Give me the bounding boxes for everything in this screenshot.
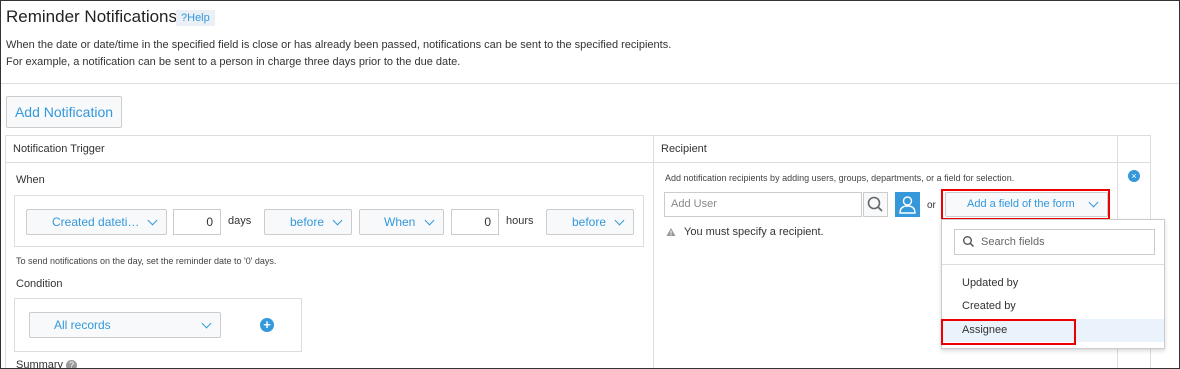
question-icon[interactable]: ? (66, 359, 78, 368)
summary-label: Summary? (16, 359, 78, 369)
recipient-warning-text: You must specify a recipient. (684, 226, 824, 238)
header-divider (1, 83, 1179, 84)
hours-input[interactable]: 0 (451, 209, 499, 235)
warning-icon (666, 228, 676, 237)
or-label: or (927, 200, 936, 211)
add-condition-icon[interactable]: + (260, 318, 274, 332)
days-input[interactable]: 0 (173, 209, 221, 235)
column-header-recipient: Recipient (654, 136, 1118, 163)
user-search-button[interactable] (863, 192, 888, 217)
days-relation-select[interactable]: before (264, 209, 352, 235)
chevron-down-icon (614, 215, 625, 226)
condition-box: All records + (14, 298, 302, 352)
chevron-down-icon (201, 318, 212, 329)
days-relation-value: before (290, 215, 325, 229)
hours-relation-select[interactable]: before (546, 209, 634, 235)
search-icon (867, 196, 883, 212)
page-title: Reminder Notifications (6, 7, 178, 26)
user-icon (899, 196, 916, 214)
chevron-down-icon (147, 215, 158, 226)
search-icon (963, 236, 975, 248)
description-line-2: For example, a notification can be sent … (6, 56, 461, 68)
condition-select[interactable]: All records (29, 312, 221, 338)
dropdown-divider (942, 264, 1164, 265)
highlight-box (941, 189, 1110, 220)
condition-label: Condition (16, 278, 63, 290)
date-field-value: Created dateti… (52, 215, 140, 229)
recipient-warning: You must specify a recipient. (666, 226, 824, 238)
remove-notification-icon[interactable]: × (1128, 170, 1140, 182)
highlight-box (941, 319, 1076, 345)
when-label: When (16, 174, 45, 186)
reminder-notifications-panel: Reminder Notifications ?Help When the da… (0, 0, 1180, 369)
field-option-updated-by[interactable]: Updated by (942, 272, 1164, 295)
when-select[interactable]: When (359, 209, 444, 235)
hours-relation-value: before (572, 215, 607, 229)
column-divider (653, 136, 654, 368)
condition-value: All records (54, 318, 111, 332)
column-header-trigger: Notification Trigger (6, 136, 654, 163)
hours-unit-label: hours (506, 215, 534, 227)
user-picker-button[interactable] (895, 192, 920, 217)
column-header-actions (1118, 136, 1151, 163)
add-notification-button[interactable]: Add Notification (6, 96, 122, 128)
add-user-input[interactable]: Add User (664, 192, 862, 217)
when-settings-box: Created dateti… 0 days before When 0 hou… (14, 195, 644, 247)
when-select-value: When (384, 215, 416, 229)
same-day-hint: To send notifications on the day, set th… (16, 256, 277, 266)
field-option-created-by[interactable]: Created by (942, 295, 1164, 318)
recipient-instructions: Add notification recipients by adding us… (665, 173, 1015, 183)
chevron-down-icon (332, 215, 343, 226)
search-fields-input[interactable]: Search fields (954, 229, 1155, 255)
help-label: Help (187, 12, 210, 24)
days-unit-label: days (228, 215, 252, 227)
chevron-down-icon (424, 215, 435, 226)
help-link[interactable]: ?Help (176, 10, 215, 26)
description-line-1: When the date or date/time in the specif… (6, 39, 672, 51)
date-field-select[interactable]: Created dateti… (26, 209, 167, 235)
summary-label-text: Summary (16, 359, 64, 369)
